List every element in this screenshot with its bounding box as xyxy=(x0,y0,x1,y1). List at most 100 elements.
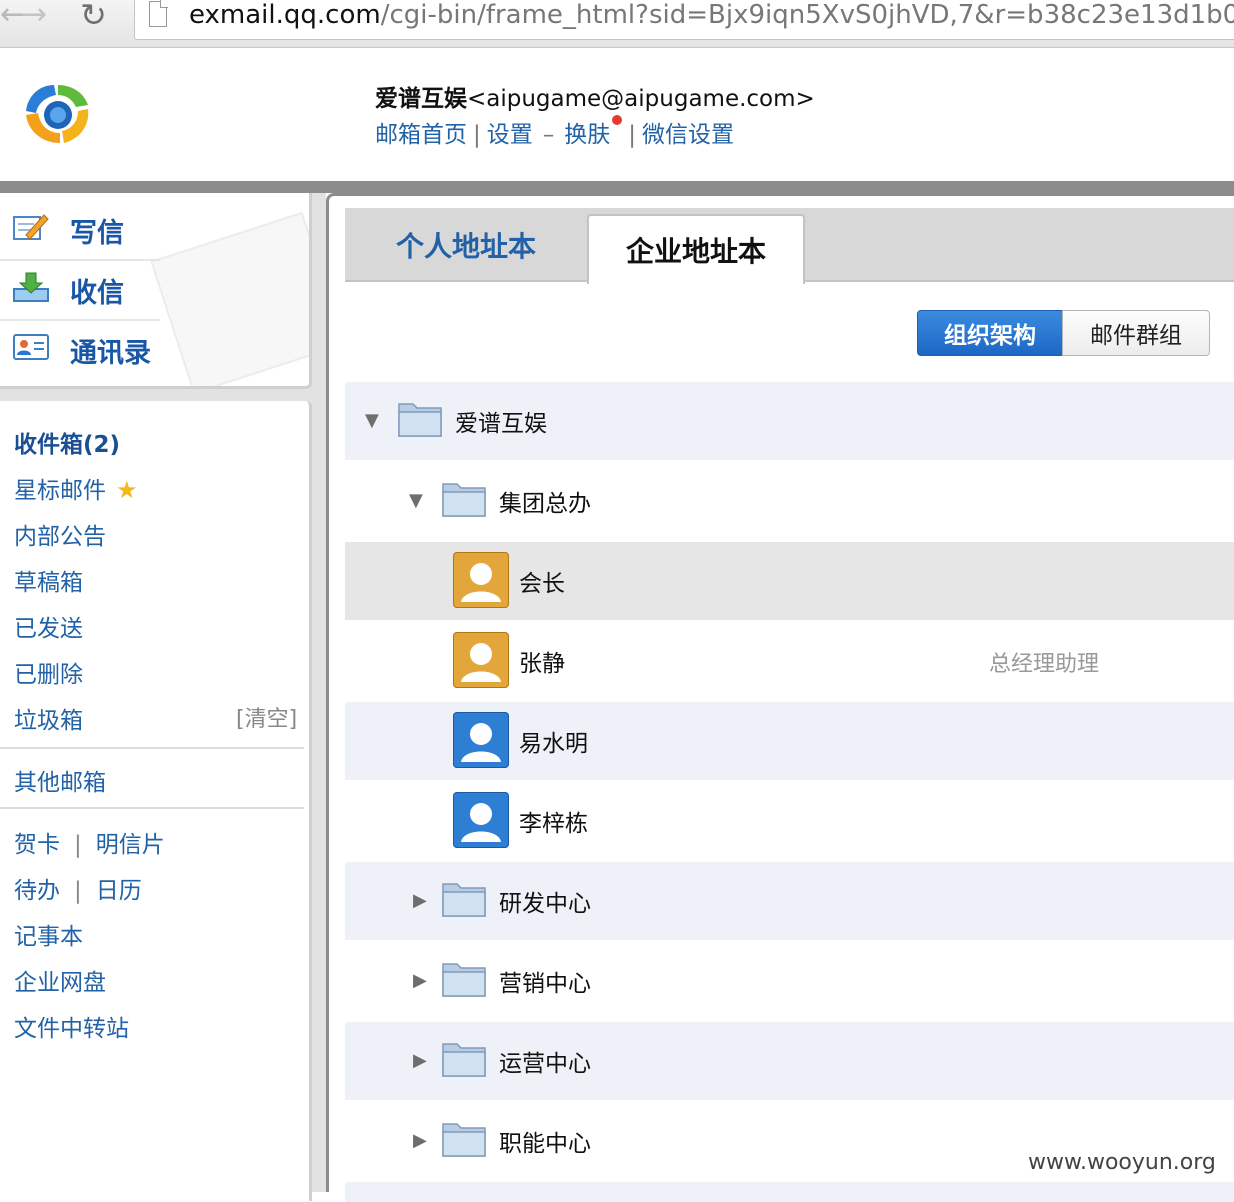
tree-node-root[interactable]: ▼ 爱谱互娱 xyxy=(345,382,1234,460)
folder-icon xyxy=(442,1123,486,1157)
folder-starred-label: 星标邮件 xyxy=(14,478,106,504)
calendar-link[interactable]: 日历 xyxy=(96,878,142,904)
inbox-download-icon xyxy=(13,272,49,302)
star-icon: ★ xyxy=(116,476,138,504)
contacts-button[interactable]: 通讯录 xyxy=(0,313,160,373)
browser-toolbar: ← → ↻ exmail.qq.com/cgi-bin/frame_html?s… xyxy=(0,0,1234,48)
account-email: <aipugame@aipugame.com> xyxy=(467,86,815,112)
folder-deleted[interactable]: 已删除 xyxy=(14,655,83,689)
folder-icon xyxy=(442,963,486,997)
forward-arrow-icon[interactable]: → xyxy=(22,0,47,30)
folder-notice[interactable]: 内部公告 xyxy=(14,517,106,551)
contact-name: 易水明 xyxy=(519,731,588,757)
receive-label: 收信 xyxy=(70,278,124,309)
clear-trash-link[interactable]: [清空] xyxy=(236,701,297,733)
tree-node-department[interactable]: ▼ 集团总办 xyxy=(345,462,1234,540)
mail-groups-button[interactable]: 邮件群组 xyxy=(1062,310,1210,356)
contact-row[interactable]: 李梓栋 xyxy=(345,782,1234,860)
contacts-label: 通讯录 xyxy=(70,338,151,369)
separator: | xyxy=(74,832,82,858)
folder-list: 收件箱(2) 星标邮件 ★ 内部公告 草稿箱 已发送 已删除 垃圾箱 [清空] 其… xyxy=(0,401,312,1201)
postcard-link[interactable]: 明信片 xyxy=(96,832,165,858)
collapse-arrow-icon[interactable]: ▶ xyxy=(413,970,427,991)
tree-node-department[interactable]: ▶ 运营中心 xyxy=(345,1022,1234,1100)
collapse-arrow-icon[interactable]: ▶ xyxy=(413,890,427,911)
mailbox-home-link[interactable]: 邮箱首页 xyxy=(375,122,467,148)
folder-inbox[interactable]: 收件箱(2) xyxy=(14,425,120,459)
folder-starred[interactable]: 星标邮件 ★ xyxy=(14,471,138,505)
contact-name: 会长 xyxy=(519,571,565,597)
tree-node-label: 集团总办 xyxy=(499,491,591,517)
tree-node-label: 营销中心 xyxy=(499,971,591,997)
avatar-male-icon xyxy=(453,712,509,768)
todo-link[interactable]: 待办 xyxy=(14,878,60,904)
notes-link[interactable]: 记事本 xyxy=(14,917,83,951)
quick-actions-panel: 写信 收信 通讯录 xyxy=(0,193,312,389)
compose-button[interactable]: 写信 xyxy=(0,193,160,253)
separator: | xyxy=(628,122,636,148)
envelope-decoration-icon xyxy=(150,211,309,386)
separator: | xyxy=(473,122,481,148)
receive-button[interactable]: 收信 xyxy=(0,253,160,313)
contact-name: 李梓栋 xyxy=(519,811,588,837)
new-indicator-dot xyxy=(612,115,623,125)
tree-node-department[interactable]: ▶ 营销中心 xyxy=(345,942,1234,1020)
tree-node-label: 爱谱互娱 xyxy=(455,411,547,437)
change-skin-link[interactable]: 换肤 xyxy=(564,122,610,148)
tree-node-label: 运营中心 xyxy=(499,1051,591,1077)
enterprise-disk-link[interactable]: 企业网盘 xyxy=(14,963,106,997)
avatar-male-icon xyxy=(453,552,509,608)
apps-row-todo: 待办 | 日历 xyxy=(14,871,142,905)
sidebar: 写信 收信 通讯录 收件箱(2) 星标邮件 ★ 内部公告 草稿箱 已发送 已删除… xyxy=(0,193,326,1201)
expand-arrow-icon[interactable]: ▼ xyxy=(365,410,379,431)
folder-icon xyxy=(398,403,442,437)
folder-icon xyxy=(442,483,486,517)
folder-trash[interactable]: 垃圾箱 xyxy=(14,701,83,735)
tab-enterprise-address-book[interactable]: 企业地址本 xyxy=(587,214,805,284)
collapse-arrow-icon[interactable]: ▶ xyxy=(413,1130,427,1151)
divider xyxy=(0,747,304,749)
tree-node-label: 研发中心 xyxy=(499,891,591,917)
address-bar[interactable]: exmail.qq.com/cgi-bin/frame_html?sid=Bjx… xyxy=(134,0,1234,40)
avatar-male-icon xyxy=(453,632,509,688)
qq-mail-logo-icon xyxy=(26,85,89,143)
file-transfer-link[interactable]: 文件中转站 xyxy=(14,1009,129,1043)
tree-node-label: 职能中心 xyxy=(499,1131,591,1157)
avatar-male-icon xyxy=(453,792,509,848)
folder-icon xyxy=(442,883,486,917)
page-icon xyxy=(149,0,168,27)
reload-icon[interactable]: ↻ xyxy=(80,0,107,31)
folder-other-mailboxes[interactable]: 其他邮箱 xyxy=(14,763,106,797)
header-links: 邮箱首页 | 设置 – 换肤 | 微信设置 xyxy=(375,115,734,149)
compose-label: 写信 xyxy=(70,218,124,249)
contact-row[interactable]: 易水明 xyxy=(345,702,1234,780)
folder-sent[interactable]: 已发送 xyxy=(14,609,83,643)
apps-row-cards: 贺卡 | 明信片 xyxy=(14,825,165,859)
watermark-text: www.wooyun.org xyxy=(1028,1150,1216,1175)
address-book-tabs: 个人地址本 企业地址本 xyxy=(345,208,1234,284)
dash-separator: – xyxy=(542,122,555,148)
account-identity: 爱谱互娱<aipugame@aipugame.com> xyxy=(375,79,815,113)
folder-drafts[interactable]: 草稿箱 xyxy=(14,563,83,597)
contacts-card-icon xyxy=(13,334,49,360)
contact-row[interactable]: 张静 总经理助理 xyxy=(345,622,1234,700)
greeting-card-link[interactable]: 贺卡 xyxy=(14,832,60,858)
wechat-settings-link[interactable]: 微信设置 xyxy=(642,122,734,148)
url-text[interactable]: exmail.qq.com/cgi-bin/frame_html?sid=Bjx… xyxy=(189,0,1234,33)
folder-icon xyxy=(442,1043,486,1077)
divider xyxy=(0,807,304,809)
expand-arrow-icon[interactable]: ▼ xyxy=(409,490,423,511)
tree-node-department[interactable]: ▶ 研发中心 xyxy=(345,862,1234,940)
contact-name: 张静 xyxy=(519,651,565,677)
address-book-panel: 个人地址本 企业地址本 组织架构 邮件群组 ▼ 爱谱互娱 ▼ 集团总办 会长 张… xyxy=(326,193,1234,1202)
mail-header: 爱谱互娱<aipugame@aipugame.com> 邮箱首页 | 设置 – 换肤 | 微… xyxy=(0,49,1234,181)
contact-job-title: 总经理助理 xyxy=(989,652,1100,677)
header-divider xyxy=(0,181,1234,193)
collapse-arrow-icon[interactable]: ▶ xyxy=(413,1050,427,1071)
org-structure-button[interactable]: 组织架构 xyxy=(917,310,1063,356)
settings-link[interactable]: 设置 xyxy=(487,122,533,148)
tab-personal-address-book[interactable]: 个人地址本 xyxy=(345,208,587,282)
contact-row[interactable]: 会长 xyxy=(345,542,1234,620)
compose-pencil-icon xyxy=(13,214,49,240)
separator: | xyxy=(74,878,82,904)
